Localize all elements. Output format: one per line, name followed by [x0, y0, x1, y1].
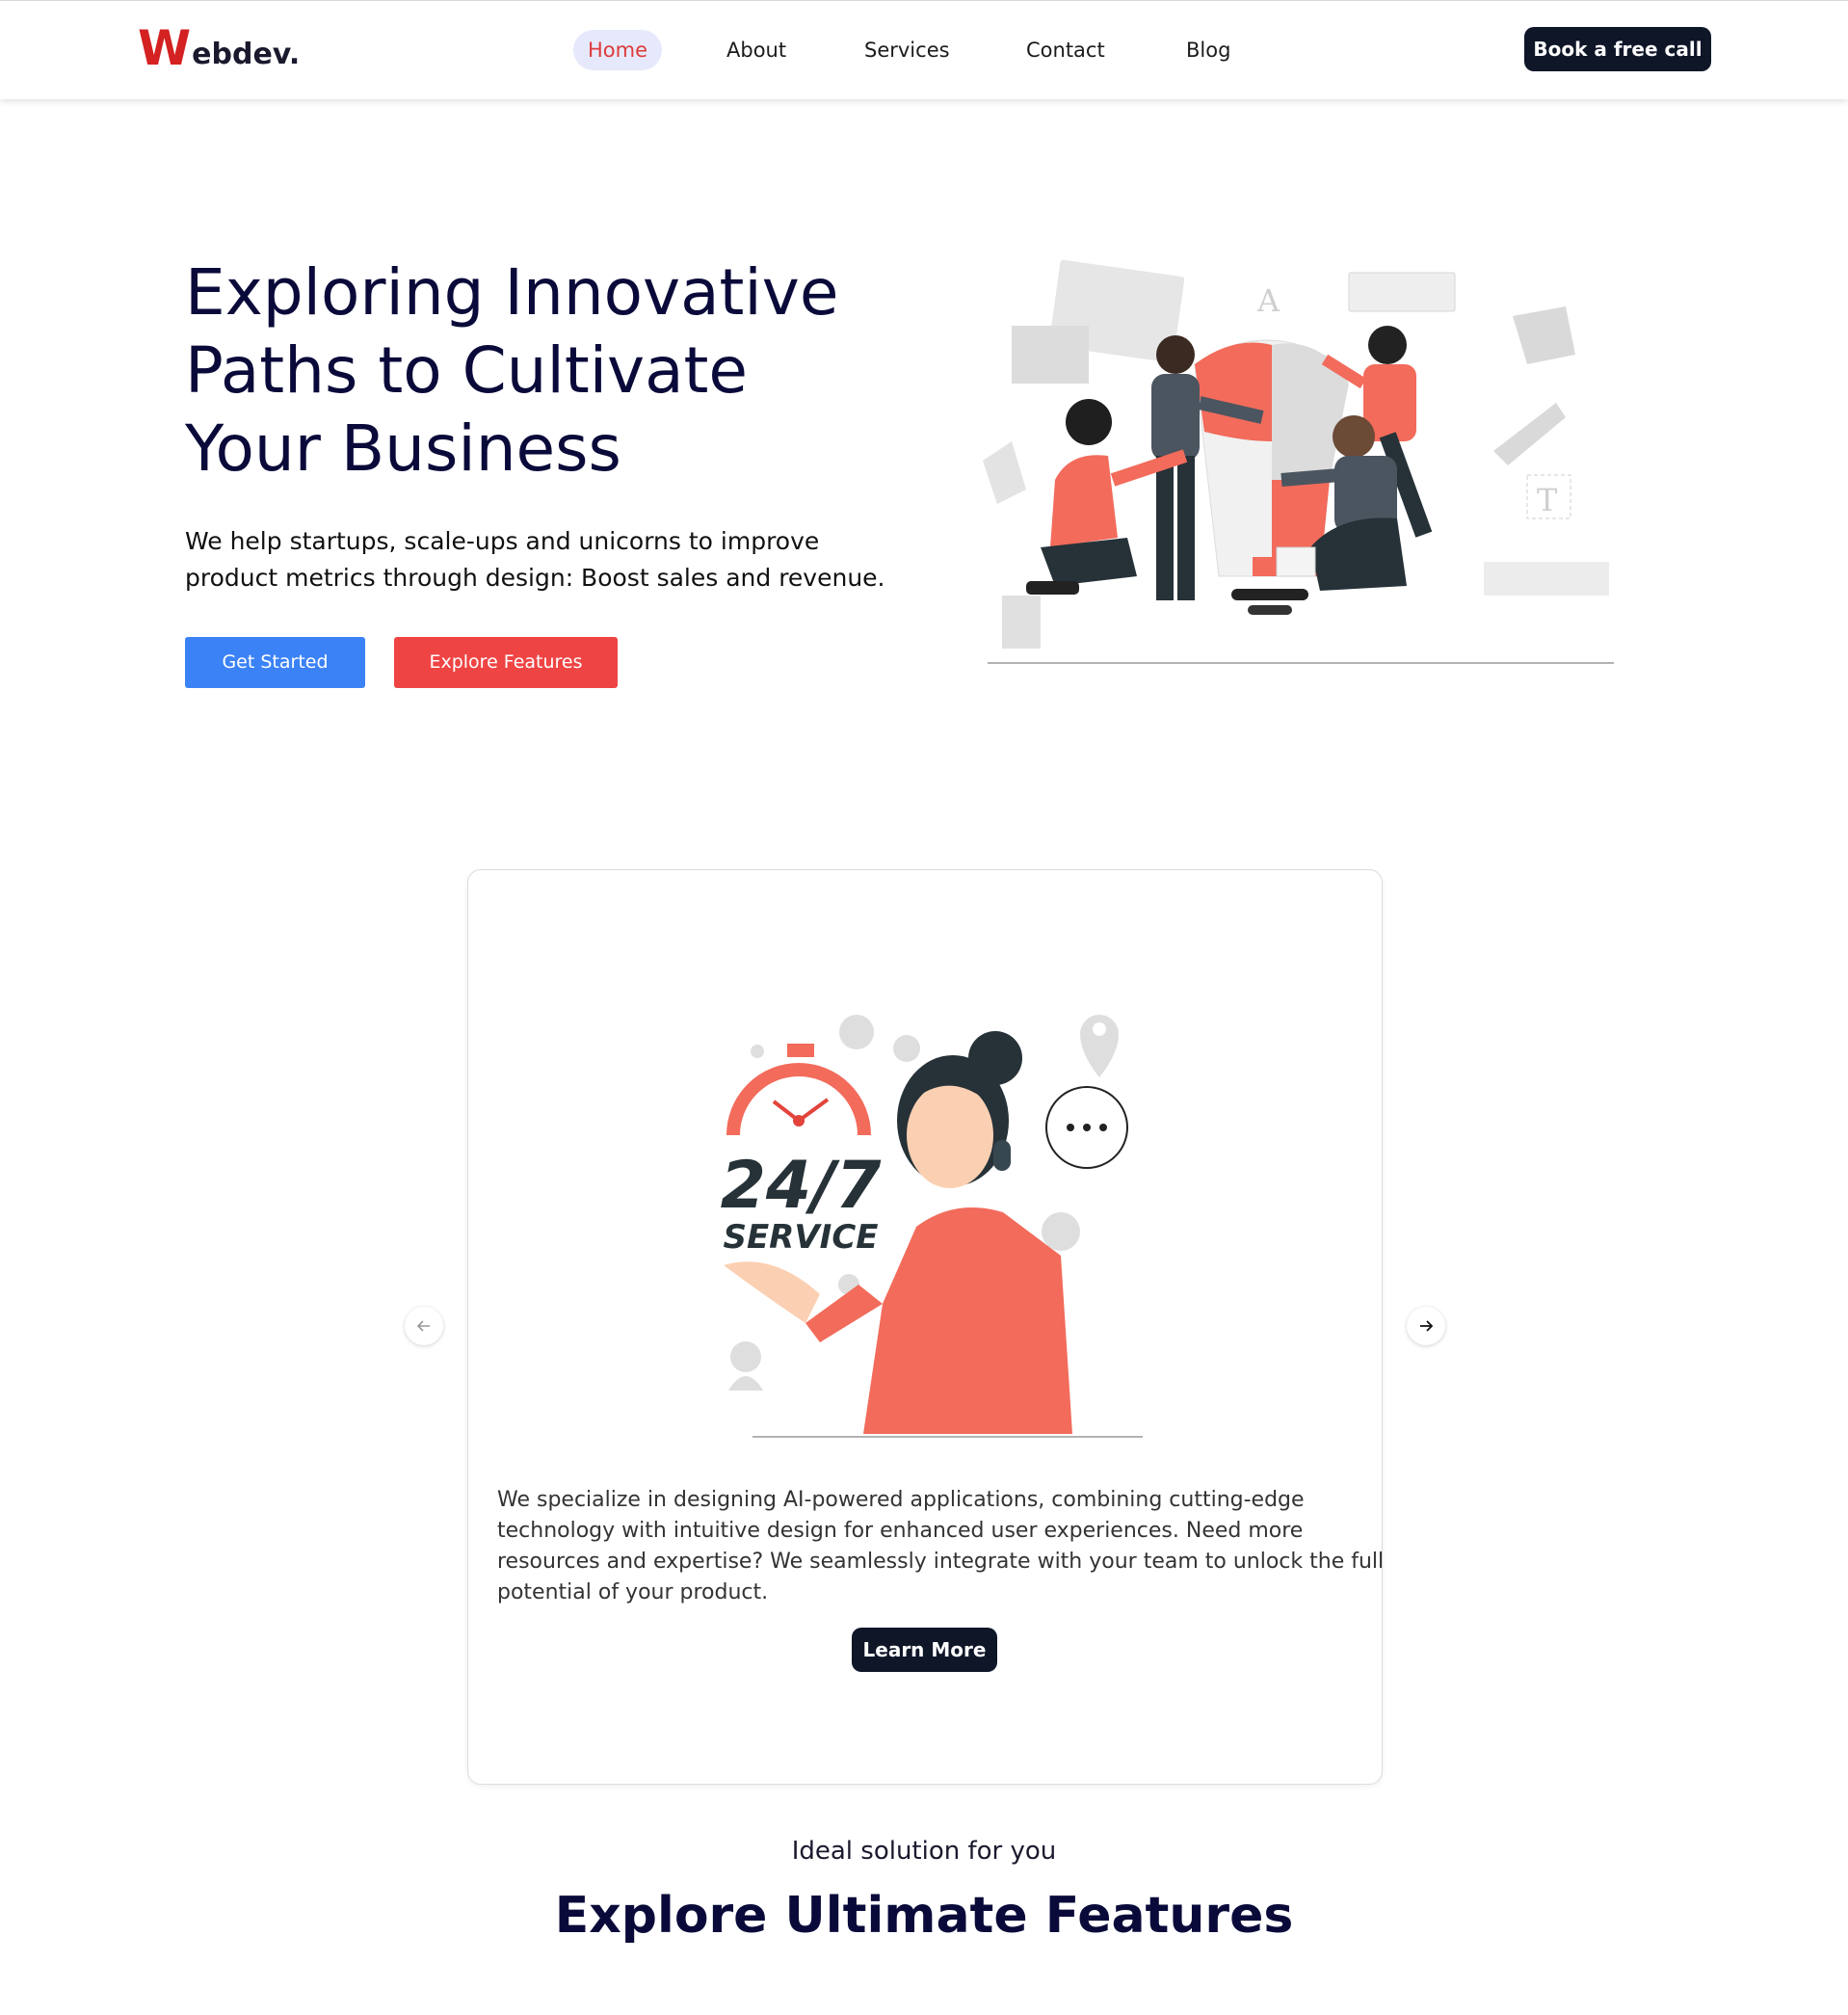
arrow-right-icon	[1420, 1320, 1434, 1332]
features-eyebrow: Ideal solution for you	[791, 1837, 1057, 1866]
nav-home[interactable]: Home	[573, 30, 663, 70]
explore-features-button[interactable]: Explore Features	[394, 637, 618, 688]
learn-more-button[interactable]: Learn More	[852, 1628, 997, 1672]
arrow-left-icon	[416, 1320, 430, 1332]
hero-illustration: A T	[983, 259, 1614, 664]
card-description-line: We specialize in designing AI-powered ap…	[497, 1488, 1305, 1512]
hero-title-line: Paths to Cultivate	[185, 333, 749, 408]
hero-title: Exploring Innovative Paths to Cultivate …	[185, 253, 917, 488]
nav-services[interactable]: Services	[864, 30, 950, 70]
carousel-prev-button[interactable]	[405, 1307, 443, 1345]
nav-contact[interactable]: Contact	[1026, 30, 1105, 70]
card-description-line: resources and expertise? We seamlessly i…	[497, 1550, 1385, 1574]
feature-card: 24/7 SERVICE We specialize in designing …	[467, 869, 1385, 1785]
hero-subtitle: We help startups, scale-ups and unicorns…	[185, 523, 917, 597]
card-description-line: technology with intuitive design for enh…	[497, 1519, 1304, 1543]
card-description: We specialize in designing AI-powered ap…	[497, 1485, 1385, 1608]
carousel-next-button[interactable]	[1407, 1307, 1445, 1345]
nav-about[interactable]: About	[726, 30, 786, 70]
nav-blog[interactable]: Blog	[1186, 30, 1230, 70]
support-illustration: 24/7 SERVICE	[721, 1015, 1143, 1438]
site-header: W ebdev. Home About Services Contact Blo…	[0, 0, 1848, 99]
svg-text:A: A	[1256, 282, 1280, 319]
illus-247-text: 24/7	[721, 1148, 882, 1224]
hero-subtitle-line: product metrics through design: Boost sa…	[185, 564, 885, 592]
hero-subtitle-line: We help startups, scale-ups and unicorns…	[185, 527, 820, 555]
hero-title-line: Exploring Innovative	[185, 255, 839, 330]
get-started-button[interactable]: Get Started	[185, 637, 365, 688]
card-description-line: potential of your product.	[497, 1580, 769, 1604]
svg-text:T: T	[1537, 482, 1558, 518]
hero-title-line: Your Business	[185, 411, 621, 486]
features-title: Explore Ultimate Features	[554, 1887, 1294, 1945]
book-call-button[interactable]: Book a free call	[1524, 27, 1711, 71]
illus-service-text: SERVICE	[723, 1218, 878, 1257]
